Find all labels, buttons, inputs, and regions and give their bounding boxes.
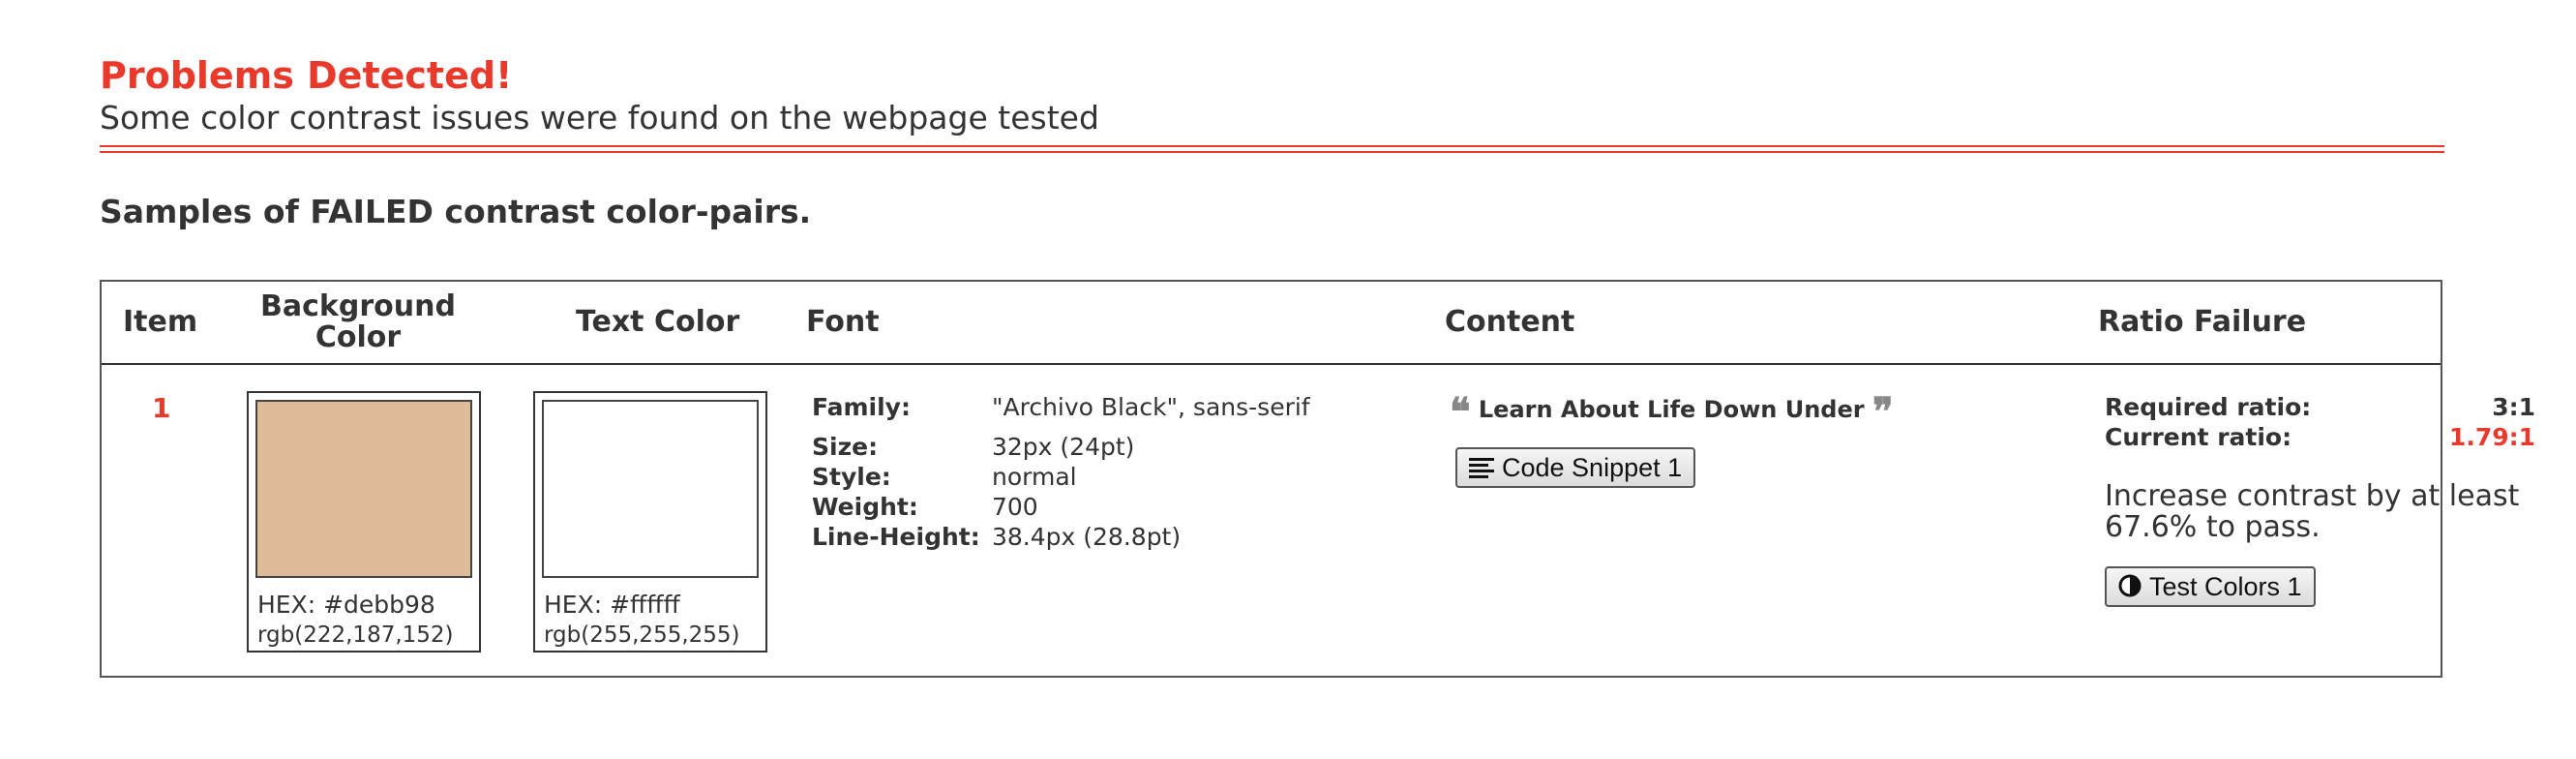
background-color-sample — [255, 400, 472, 578]
contrast-advice: Increase contrast by at least 67.6% to p… — [2105, 479, 2520, 544]
column-header-ratio-failure: Ratio Failure — [2098, 305, 2307, 339]
quote-close-icon: ❞ — [1872, 389, 1894, 435]
line-height-value: 38.4px (28.8pt) — [992, 523, 1182, 551]
font-size-value: 32px (24pt) — [992, 433, 1135, 461]
column-header-item: Item — [123, 305, 198, 339]
text-color-sample — [542, 400, 759, 578]
text-hex: HEX: #ffffff — [544, 591, 680, 619]
content-sample: ❝ Learn About Life Down Under ❞ — [1450, 393, 1893, 432]
font-family-value: "Archivo Black", sans-serif — [992, 393, 1310, 421]
align-left-icon — [1469, 451, 1494, 488]
code-snippet-button[interactable]: Code Snippet 1 — [1455, 447, 1696, 488]
failed-pairs-table: Item Background Color Text Color Font Co… — [100, 280, 2535, 678]
item-number: 1 — [152, 392, 171, 424]
current-ratio-label: Current ratio: — [2105, 423, 2292, 451]
column-header-font: Font — [806, 305, 880, 339]
test-colors-label: Test Colors 1 — [2149, 572, 2302, 601]
column-header-content: Content — [1445, 305, 1575, 339]
required-ratio-row: Required ratio: 3:1 — [2105, 393, 2535, 422]
contrast-icon — [2118, 570, 2142, 607]
background-color-swatch: HEX: #debb98 rgb(222,187,152) — [247, 391, 481, 653]
background-hex: HEX: #debb98 — [257, 591, 435, 619]
required-ratio-value: 3:1 — [2492, 393, 2535, 421]
font-weight-value: 700 — [992, 493, 1038, 521]
current-ratio-row: Current ratio: 1.79:1 — [2105, 423, 2535, 452]
background-rgb: rgb(222,187,152) — [257, 622, 454, 648]
font-style-value: normal — [992, 463, 1077, 491]
test-colors-button[interactable]: Test Colors 1 — [2105, 566, 2316, 607]
current-ratio-value: 1.79:1 — [2448, 423, 2535, 451]
line-height-label: Line-Height: — [812, 523, 980, 551]
page-subtitle: Some color contrast issues were found on… — [100, 99, 1099, 137]
section-heading: Samples of FAILED contrast color-pairs. — [100, 193, 812, 230]
text-color-swatch: HEX: #ffffff rgb(255,255,255) — [533, 391, 767, 653]
content-text: Learn About Life Down Under — [1478, 396, 1865, 423]
font-size-label: Size: — [812, 433, 879, 461]
font-style-label: Style: — [812, 463, 891, 491]
font-family-label: Family: — [812, 393, 911, 421]
table-header: Item Background Color Text Color Font Co… — [102, 282, 2441, 365]
text-rgb: rgb(255,255,255) — [544, 622, 740, 648]
quote-open-icon: ❝ — [1450, 389, 1471, 435]
page-title: Problems Detected! — [100, 54, 513, 97]
content-cell: ❝ Learn About Life Down Under ❞ — [1450, 393, 1893, 432]
code-snippet-label: Code Snippet 1 — [1502, 453, 1683, 482]
header-divider — [100, 145, 2444, 153]
required-ratio-label: Required ratio: — [2105, 393, 2312, 421]
font-weight-label: Weight: — [812, 493, 918, 521]
report-header: Problems Detected! Some color contrast i… — [100, 53, 2444, 231]
column-header-background-color: Background Color — [260, 289, 456, 354]
column-header-text-color: Text Color — [576, 305, 740, 339]
